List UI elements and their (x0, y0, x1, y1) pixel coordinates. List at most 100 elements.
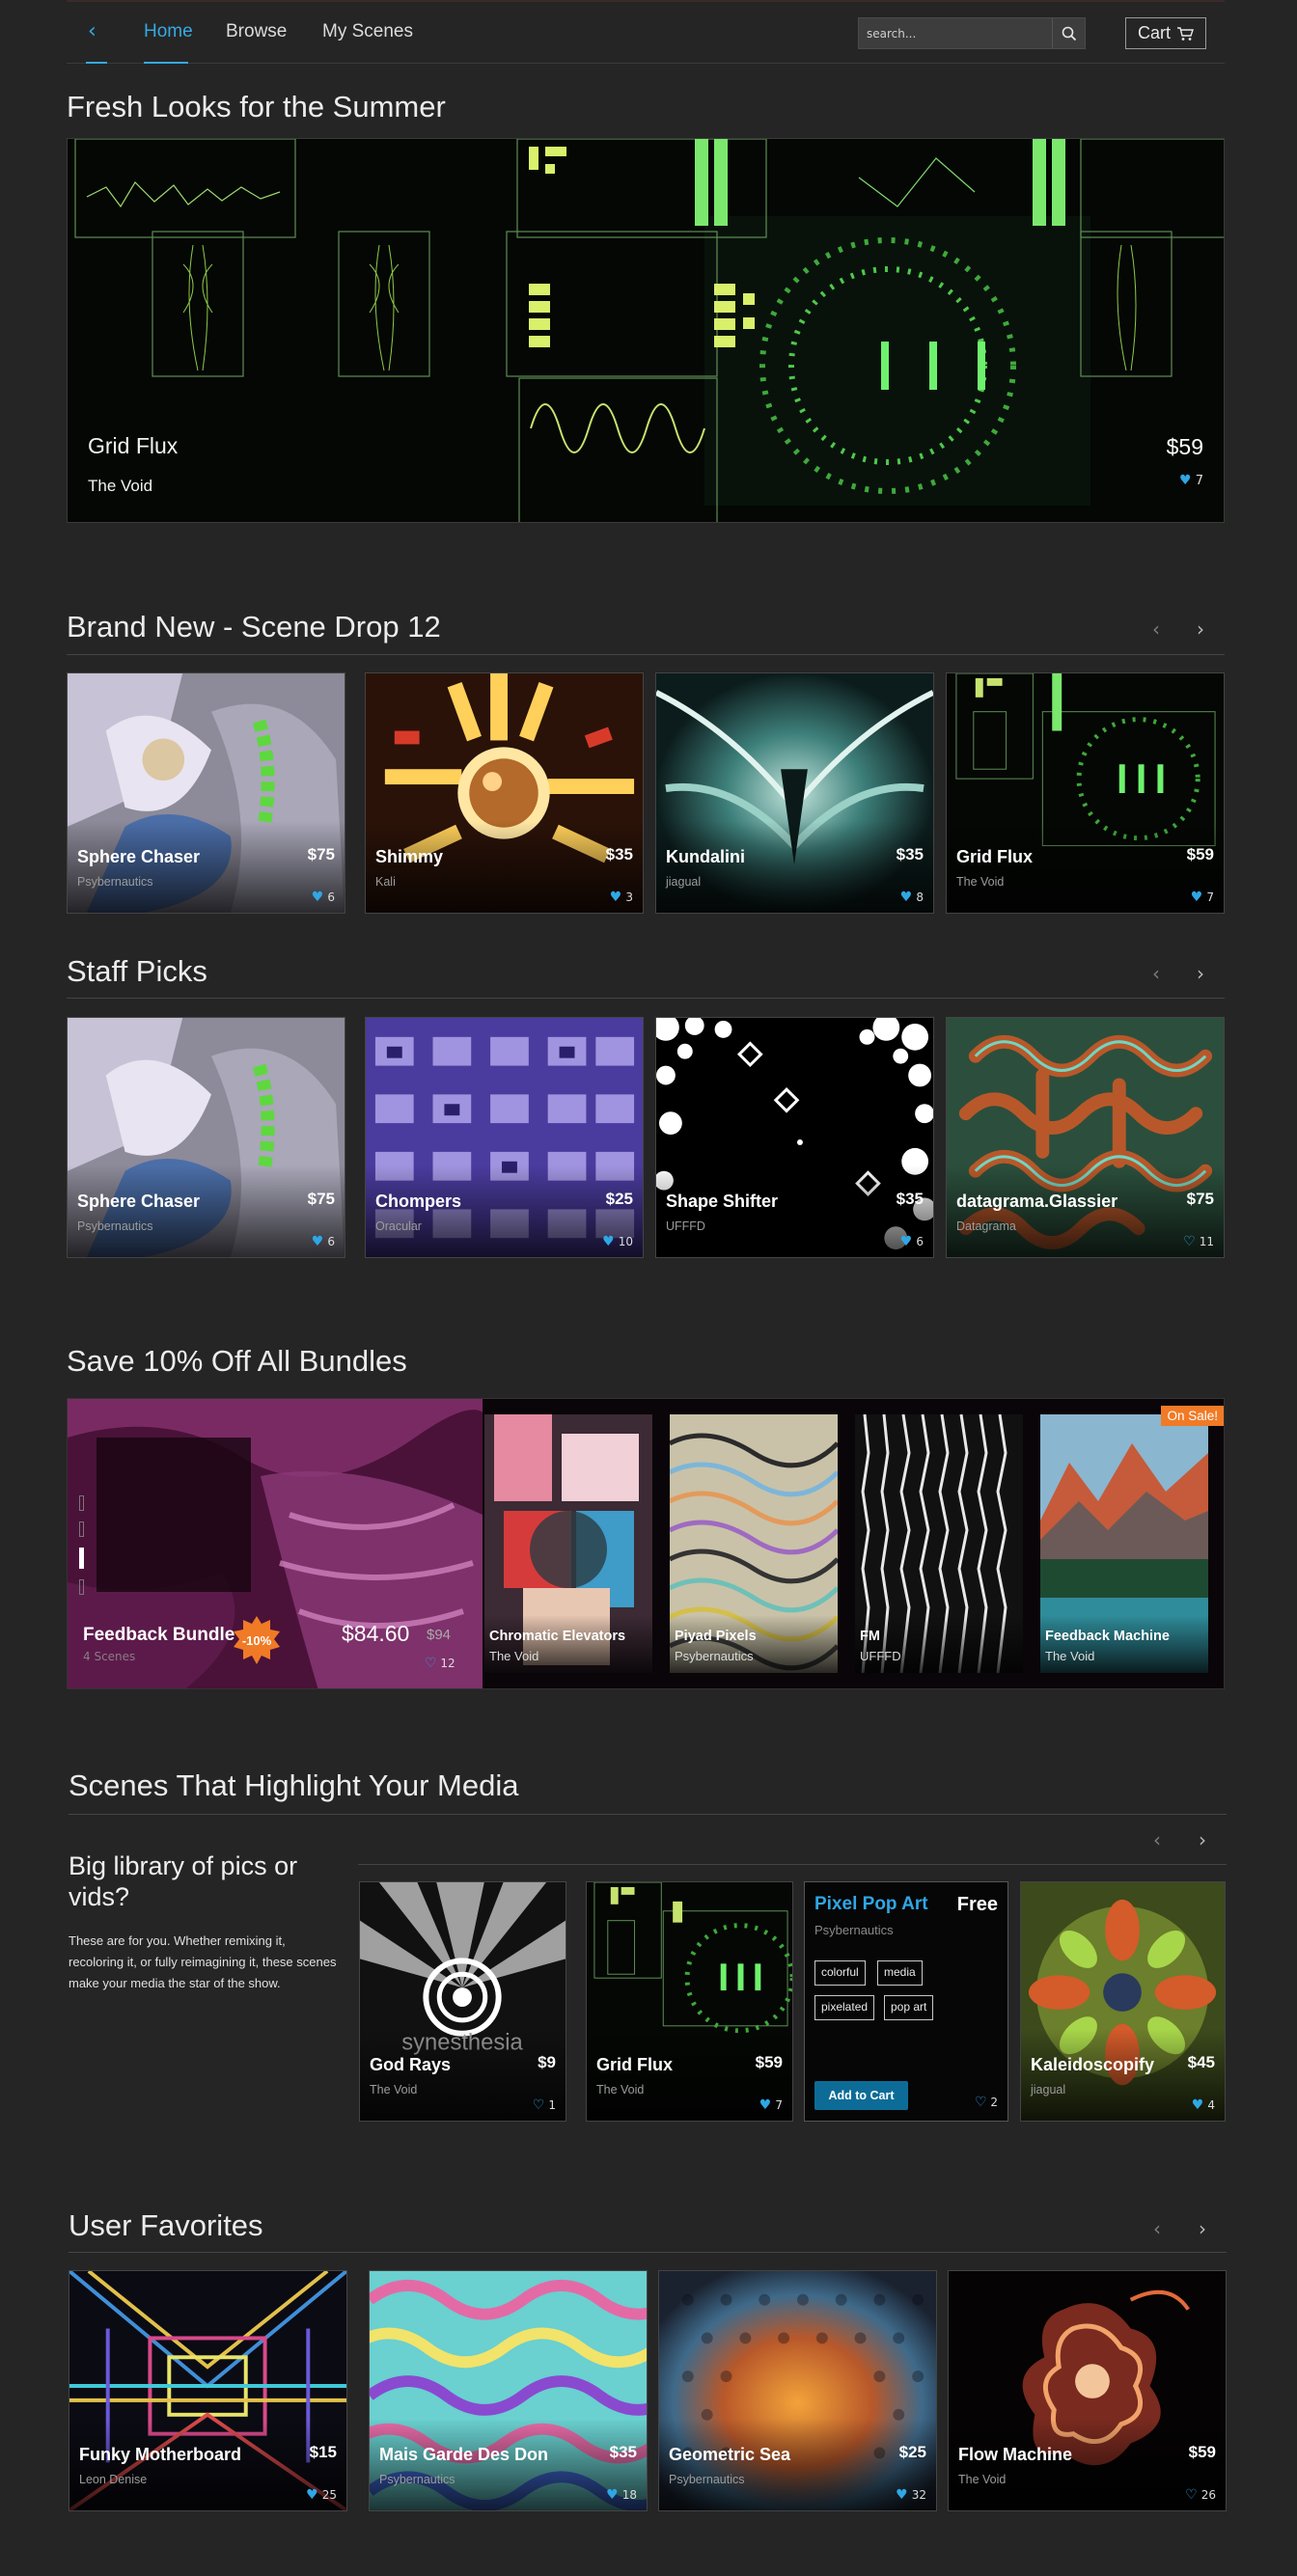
scene-title: Flow Machine (958, 2445, 1073, 2464)
like-count: 6 (327, 1235, 335, 1248)
media-prev-arrow-icon[interactable]: ‹ (1145, 1828, 1169, 1851)
brand-new-next-arrow-icon[interactable]: › (1189, 617, 1212, 641)
scene-card[interactable]: Kundalini jiagual $35 ♥ 8 (655, 672, 934, 914)
scene-card[interactable]: Geometric Sea Psybernautics $25 ♥ 32 (658, 2270, 937, 2511)
scene-artist[interactable]: The Void (956, 875, 1004, 889)
scene-artist[interactable]: Psybernautics (77, 1219, 153, 1233)
scene-title: Kaleidoscopify (1031, 2055, 1155, 2074)
search-input[interactable] (859, 18, 1052, 48)
nav-home-underline (144, 62, 188, 64)
scene-artist[interactable]: Datagrama (956, 1219, 1016, 1233)
tag-chip[interactable]: colorful (814, 1960, 866, 1986)
media-heading: Scenes That Highlight Your Media (69, 1768, 519, 1802)
scene-card[interactable]: Chompers Oracular $25 ♥ 10 (365, 1017, 644, 1258)
scene-artist[interactable]: Kali (375, 875, 396, 889)
nav-home[interactable]: Home (144, 21, 193, 42)
scene-artist[interactable]: The Void (958, 2473, 1006, 2486)
bundle-item[interactable]: FM UFFFD (855, 1414, 1023, 1673)
scene-card[interactable]: Grid Flux The Void $59 ♥ 7 (586, 1881, 793, 2122)
like-count: 11 (1199, 1235, 1214, 1248)
pager-dot[interactable] (79, 1495, 84, 1511)
featured-artist[interactable]: The Void (88, 477, 152, 496)
scene-likes[interactable]: ♥ 6 (312, 1234, 335, 1249)
scene-likes[interactable]: ♥ 32 (896, 2487, 926, 2503)
tag-chip[interactable]: pixelated (814, 1995, 875, 2020)
scene-artist[interactable]: Psybernautics (379, 2473, 455, 2486)
scene-likes[interactable]: ♥ 3 (610, 890, 633, 905)
scene-artist[interactable]: Psybernautics (669, 2473, 745, 2486)
scene-artist[interactable]: UFFFD (666, 1219, 705, 1233)
scene-card[interactable]: Shimmy Kali $35 ♥ 3 (365, 672, 644, 914)
scene-artist[interactable]: jiagual (1031, 2083, 1065, 2096)
scene-likes[interactable]: ♥ 6 (312, 890, 335, 905)
pager-dot[interactable] (79, 1579, 84, 1595)
scene-likes[interactable]: ♥ 4 (1192, 2097, 1215, 2113)
scene-artist[interactable]: jiagual (666, 875, 701, 889)
promo-title[interactable]: Pixel Pop Art (814, 1894, 928, 1915)
bundle-banner[interactable]: Feedback Bundle 4 Scenes -10% $84.60 $94… (67, 1398, 1225, 1689)
scene-artist[interactable]: The Void (370, 2083, 417, 2096)
scene-likes[interactable]: ♥ 8 (900, 890, 924, 905)
bundle-item-artist[interactable]: UFFFD (860, 1649, 901, 1663)
scene-card[interactable]: Funky Motherboard Leon Denise $15 ♥ 25 (69, 2270, 347, 2511)
scene-likes[interactable]: ♥ 25 (306, 2487, 337, 2503)
media-next-arrow-icon[interactable]: › (1191, 1828, 1214, 1851)
scene-likes[interactable]: ♡ 11 (1183, 1234, 1214, 1249)
bundle-item-artist[interactable]: The Void (1045, 1649, 1094, 1663)
scene-artist[interactable]: Oracular (375, 1219, 422, 1233)
scene-card[interactable]: Sphere Chaser Psybernautics $75 ♥ 6 (67, 672, 345, 914)
favorites-prev-arrow-icon[interactable]: ‹ (1145, 2217, 1169, 2240)
scene-card[interactable]: Kaleidoscopify jiagual $45 ♥ 4 (1020, 1881, 1226, 2122)
back-arrow-icon[interactable]: ‹ (88, 19, 97, 44)
promo-price: Free (956, 1894, 998, 1915)
staff-picks-prev-arrow-icon[interactable]: ‹ (1145, 962, 1168, 985)
scene-artist[interactable]: Leon Denise (79, 2473, 147, 2486)
bundle-item-shade (855, 1615, 1023, 1673)
heart-outline-icon: ♡ (974, 2095, 987, 2110)
scene-likes[interactable]: ♥ 7 (759, 2097, 783, 2113)
scene-card[interactable]: Grid Flux The Void $59 ♥ 7 (946, 672, 1225, 914)
nav-browse[interactable]: Browse (226, 21, 287, 42)
scene-likes[interactable]: ♥ 7 (1191, 890, 1214, 905)
cart-button[interactable]: Cart (1125, 17, 1206, 49)
scene-likes[interactable]: ♥ 18 (606, 2487, 637, 2503)
scene-likes[interactable]: ♡ 26 (1185, 2487, 1216, 2503)
scene-likes[interactable]: ♥ 10 (602, 1234, 633, 1249)
scene-card[interactable]: Shape Shifter UFFFD $35 ♥ 6 (655, 1017, 934, 1258)
scene-card[interactable]: Mais Garde Des Don Psybernautics $35 ♥ 18 (369, 2270, 648, 2511)
pager-dot-active[interactable] (79, 1548, 84, 1569)
bundle-title: Feedback Bundle (83, 1625, 235, 1645)
scene-card[interactable]: synesthesia God Rays The Void $9 ♡1 (359, 1881, 566, 2122)
scene-likes[interactable]: ♡ 1 (533, 2097, 556, 2113)
featured-likes[interactable]: ♥ 7 (1179, 473, 1203, 488)
add-to-cart-button[interactable]: Add to Cart (814, 2081, 908, 2110)
tag-chip[interactable]: media (877, 1960, 923, 1986)
favorites-next-arrow-icon[interactable]: › (1191, 2217, 1214, 2240)
bundle-item-artist[interactable]: The Void (489, 1649, 538, 1663)
scene-artist[interactable]: Psybernautics (77, 875, 153, 889)
bundle-likes[interactable]: ♡ 12 (425, 1656, 455, 1671)
brand-new-prev-arrow-icon[interactable]: ‹ (1145, 617, 1168, 641)
bundle-item-artist[interactable]: Psybernautics (675, 1649, 754, 1663)
featured-banner[interactable]: Grid Flux The Void $59 ♥ 7 (67, 138, 1225, 523)
scene-likes[interactable]: ♥ 6 (900, 1234, 924, 1249)
bundle-item[interactable]: Feedback Machine The Void (1040, 1414, 1208, 1673)
bundle-item[interactable]: Chromatic Elevators The Void (484, 1414, 652, 1673)
scene-card[interactable]: datagrama.Glassier Datagrama $75 ♡ 11 (946, 1017, 1225, 1258)
promo-card[interactable]: Pixel Pop Art Psybernautics Free colorfu… (804, 1881, 1008, 2122)
staff-picks-next-arrow-icon[interactable]: › (1189, 962, 1212, 985)
scene-artist[interactable]: The Void (596, 2083, 644, 2096)
promo-artist[interactable]: Psybernautics (814, 1923, 894, 1937)
promo-likes[interactable]: ♡ 2 (975, 2095, 998, 2110)
scene-card[interactable]: Flow Machine The Void $59 ♡ 26 (948, 2270, 1227, 2511)
scene-card[interactable]: Sphere Chaser Psybernautics $75 ♥ 6 (67, 1017, 345, 1258)
heart-icon: ♥ (609, 890, 622, 905)
search-button[interactable] (1052, 18, 1085, 48)
nav-my-scenes[interactable]: My Scenes (322, 21, 413, 42)
heart-icon: ♥ (311, 890, 324, 905)
bundle-item-shade (1040, 1615, 1208, 1673)
pager-dot[interactable] (79, 1521, 84, 1537)
tag-chip[interactable]: pop art (884, 1995, 934, 2020)
bundle-item[interactable]: Piyad Pixels Psybernautics (670, 1414, 838, 1673)
bundle-item-shade (484, 1615, 652, 1673)
